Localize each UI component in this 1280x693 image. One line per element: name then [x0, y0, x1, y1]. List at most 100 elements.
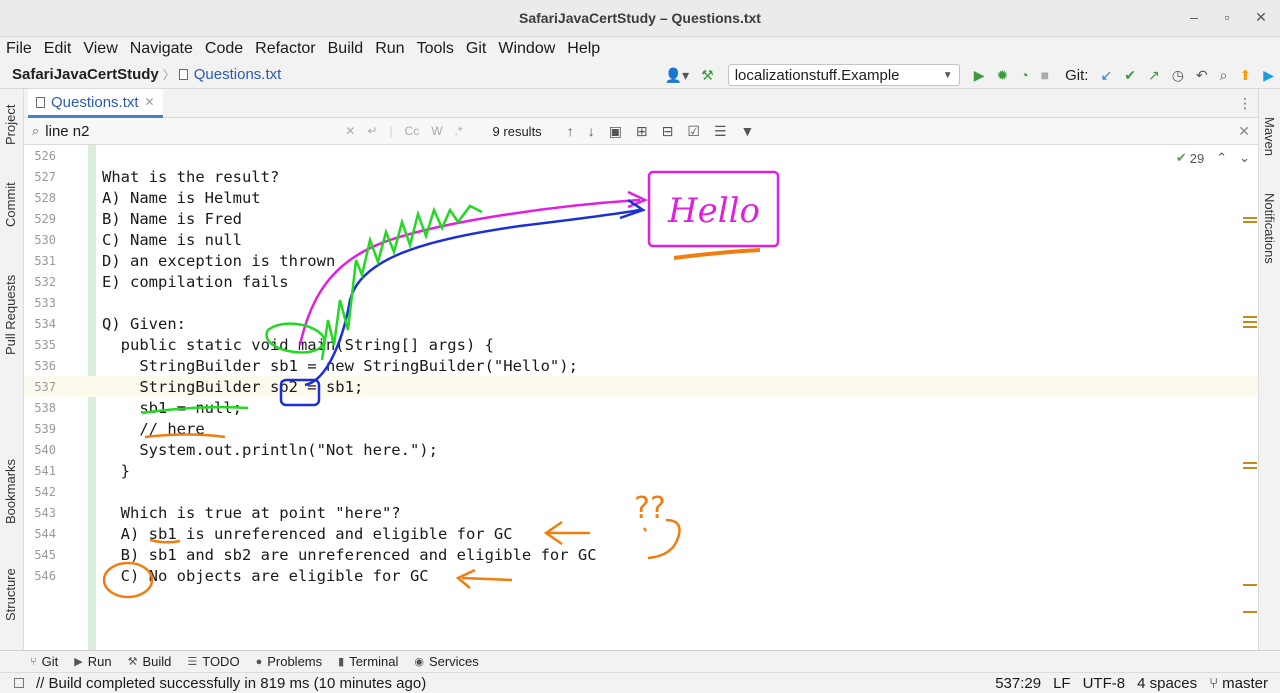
tool-window-run[interactable]: ▶ Run [74, 654, 111, 669]
debug-bug-icon[interactable]: ✹ [996, 67, 1008, 84]
scrollbar-marker[interactable] [1243, 326, 1257, 328]
stop-icon[interactable]: ■ [1041, 67, 1049, 83]
code-line[interactable]: D) an exception is thrown [102, 252, 335, 270]
line-number[interactable]: 526 [24, 149, 56, 163]
code-line[interactable]: B) Name is Fred [102, 210, 242, 228]
close-search-icon[interactable]: ✕ [1238, 123, 1250, 140]
line-number[interactable]: 545 [24, 548, 56, 562]
close-icon[interactable]: ✕ [1252, 9, 1270, 26]
previous-occurrence-icon[interactable]: ↑ [567, 123, 574, 139]
scrollbar-marker[interactable] [1243, 462, 1257, 464]
code-line[interactable]: StringBuilder sb2 = sb1; [102, 378, 363, 396]
line-number[interactable]: 534 [24, 317, 56, 331]
update-available-icon[interactable]: ⬆ [1239, 67, 1251, 84]
scrollbar-marker[interactable] [1243, 217, 1257, 219]
line-number[interactable]: 543 [24, 506, 56, 520]
scrollbar-marker[interactable] [1243, 467, 1257, 469]
code-line[interactable]: What is the result? [102, 168, 279, 186]
line-number[interactable]: 530 [24, 233, 56, 247]
code-line[interactable]: System.out.println("Not here."); [102, 441, 438, 459]
regex-toggle[interactable]: .* [455, 124, 463, 138]
code-line[interactable]: Q) Given: [102, 315, 186, 333]
remove-occurrence-icon[interactable]: ⊟ [662, 123, 674, 140]
breadcrumb-file[interactable]: Questions.txt [178, 66, 281, 83]
caret-position[interactable]: 537:29 [995, 675, 1041, 692]
coverage-icon[interactable]: ◔ [1020, 67, 1028, 83]
next-highlight-icon[interactable]: ⌄ [1239, 150, 1250, 166]
tab-notifications[interactable]: Notifications [1262, 193, 1277, 264]
menu-file[interactable]: File [6, 40, 32, 58]
next-occurrence-icon[interactable]: ↓ [588, 123, 595, 139]
add-occurrence-icon[interactable]: ⊞ [636, 123, 648, 140]
menu-tools[interactable]: Tools [417, 40, 454, 58]
line-number[interactable]: 535 [24, 338, 56, 352]
git-update-icon[interactable]: ↙ [1100, 67, 1112, 84]
breadcrumb-project[interactable]: SafariJavaCertStudy [12, 66, 159, 83]
search-everywhere-icon[interactable]: ⌕ [1220, 67, 1228, 84]
git-push-icon[interactable]: ↗ [1148, 67, 1160, 84]
tool-window-build[interactable]: ⚒ Build [128, 654, 172, 669]
tool-window-git[interactable]: ⑂ Git [30, 654, 58, 669]
menu-refactor[interactable]: Refactor [255, 40, 315, 58]
toggle-tool-windows-icon[interactable] [14, 678, 24, 688]
code-line[interactable]: StringBuilder sb1 = new StringBuilder("H… [102, 357, 578, 375]
tab-bookmarks[interactable]: Bookmarks [3, 459, 18, 524]
scrollbar-marker[interactable] [1243, 316, 1257, 318]
tool-window-services[interactable]: ◉ Services [414, 654, 478, 669]
jetbrains-toolbox-icon[interactable]: ▶ [1263, 67, 1274, 84]
menu-build[interactable]: Build [328, 40, 364, 58]
editor-tab-questions[interactable]: Questions.txt ✕ [28, 89, 163, 118]
restore-icon[interactable]: ▫ [1218, 9, 1236, 25]
search-icon[interactable]: ⌕ [32, 123, 39, 139]
tab-maven[interactable]: Maven [1262, 117, 1277, 156]
scrollbar-marker[interactable] [1243, 611, 1257, 613]
line-number[interactable]: 531 [24, 254, 56, 268]
menu-navigate[interactable]: Navigate [130, 40, 193, 58]
status-message[interactable]: // Build completed successfully in 819 m… [14, 675, 426, 692]
more-vertical-icon[interactable]: ⋮ [1238, 95, 1252, 112]
file-encoding[interactable]: UTF-8 [1083, 675, 1126, 692]
line-number[interactable]: 541 [24, 464, 56, 478]
indent-setting[interactable]: 4 spaces [1137, 675, 1197, 692]
select-all-occurrences-icon[interactable]: ▣ [609, 123, 622, 140]
line-number[interactable]: 546 [24, 569, 56, 583]
code-line[interactable]: E) compilation fails [102, 273, 289, 291]
filter-lines-icon[interactable]: ☰ [714, 123, 727, 140]
code-line[interactable]: A) sb1 is unreferenced and eligible for … [102, 525, 513, 543]
filter-icon[interactable]: ▼ [741, 123, 755, 139]
code-line[interactable]: Which is true at point "here"? [102, 504, 401, 522]
line-number[interactable]: 538 [24, 401, 56, 415]
line-separator[interactable]: LF [1053, 675, 1071, 692]
line-number[interactable]: 544 [24, 527, 56, 541]
menu-run[interactable]: Run [375, 40, 404, 58]
code-line[interactable]: sb1 = null; [102, 399, 242, 417]
git-commit-check-icon[interactable]: ✔ [1124, 67, 1136, 84]
line-number[interactable]: 539 [24, 422, 56, 436]
match-case-toggle[interactable]: Cc [405, 124, 420, 138]
clear-search-icon[interactable]: ✕ [345, 124, 355, 138]
code-line[interactable]: B) sb1 and sb2 are unreferenced and elig… [102, 546, 597, 564]
menu-window[interactable]: Window [498, 40, 555, 58]
tab-project[interactable]: Project [3, 105, 18, 145]
menu-view[interactable]: View [83, 40, 117, 58]
code-line[interactable]: // here [102, 420, 204, 438]
tab-pull-requests[interactable]: Pull Requests [3, 275, 18, 355]
menu-code[interactable]: Code [205, 40, 243, 58]
scrollbar-marker[interactable] [1243, 321, 1257, 323]
line-number[interactable]: 537 [24, 380, 56, 394]
new-line-icon[interactable]: ↵ [367, 124, 377, 138]
run-icon[interactable]: ▶ [974, 67, 985, 84]
hammer-build-icon[interactable]: ⚒ [701, 67, 714, 84]
menu-edit[interactable]: Edit [44, 40, 72, 58]
history-clock-icon[interactable]: ◷ [1172, 67, 1184, 84]
tool-window-todo[interactable]: ☰ TODO [187, 654, 239, 669]
run-configuration-select[interactable]: localizationstuff.Example ▼ [727, 64, 960, 86]
user-icon[interactable]: 👤▾ [665, 67, 689, 84]
line-number[interactable]: 540 [24, 443, 56, 457]
line-number[interactable]: 528 [24, 191, 56, 205]
tool-window-problems[interactable]: ● Problems [256, 654, 323, 669]
git-branch[interactable]: master [1222, 675, 1268, 692]
line-number[interactable]: 529 [24, 212, 56, 226]
code-line[interactable]: public static void main(String[] args) { [102, 336, 494, 354]
menu-git[interactable]: Git [466, 40, 486, 58]
